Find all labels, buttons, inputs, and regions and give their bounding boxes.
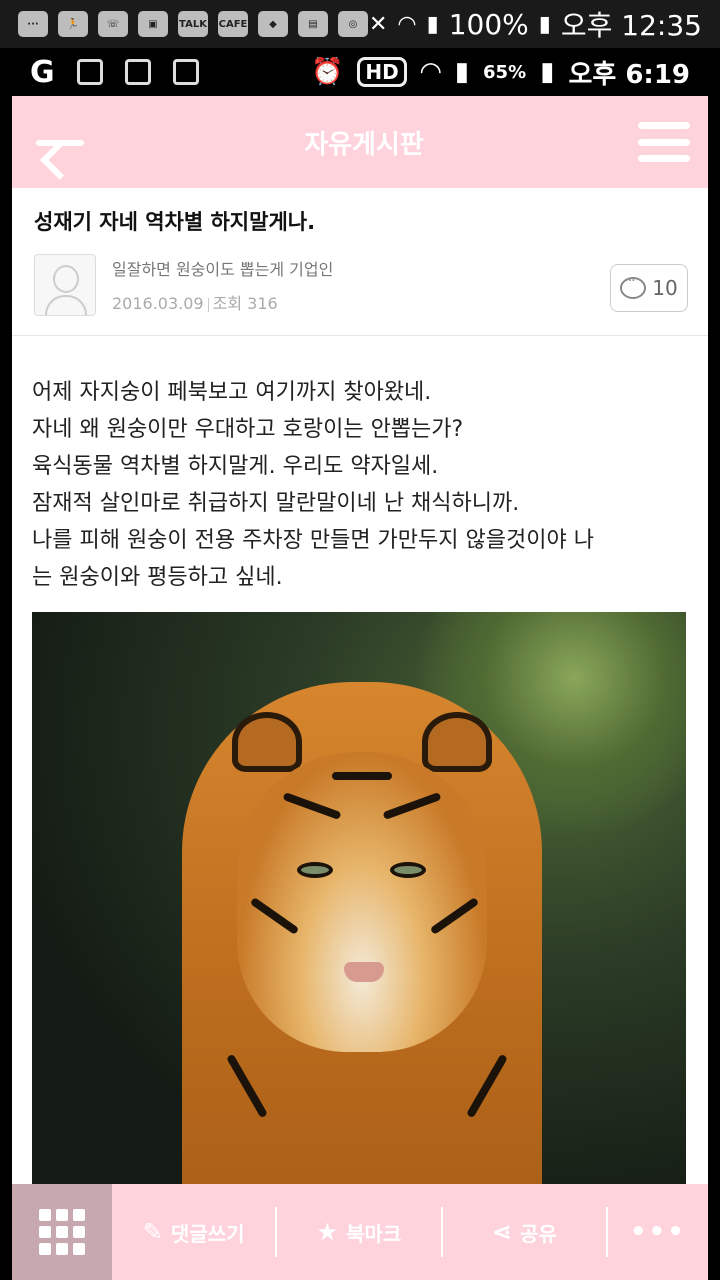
- sync-icon: ◎: [338, 11, 368, 37]
- bookmark-label: 북마크: [346, 1221, 402, 1246]
- battery-icon: ▮: [540, 57, 555, 87]
- view-count: 조회 316: [212, 294, 278, 313]
- cafe-icon: CAFE: [218, 11, 248, 37]
- notification-icons: ··· 🏃 ☏ ▣ TALK CAFE ◆ ▤ ◎: [18, 11, 368, 37]
- clock: 오후 6:19: [568, 59, 690, 90]
- clock: 오후 12:35: [560, 9, 702, 42]
- body-line: 어제 자지숭이 페북보고 여기까지 찾아왔네.: [32, 380, 432, 405]
- battery-icon: ▮: [538, 11, 551, 37]
- chat-icon: ···: [18, 11, 48, 37]
- post-meta: 2016.03.09 조회 316: [112, 290, 333, 314]
- embedded-status-bar: G ⏰ HD ◠ ▮ 65% ▮ 오후 6:19: [0, 48, 720, 96]
- comment-bubble-icon: [620, 273, 647, 299]
- run-icon: 🏃: [58, 11, 88, 37]
- author-row: 일잘하면 원숭이도 뽑는게 기업인 2016.03.09 조회 316: [34, 254, 686, 316]
- more-icon: •••: [630, 1217, 686, 1247]
- grid-menu-button[interactable]: [12, 1184, 112, 1280]
- tiger-photo[interactable]: [32, 612, 686, 1202]
- signal-icon: ▮: [426, 11, 439, 37]
- bottom-action-bar: ✎ 댓글쓰기 ★ 북마크 ⋖ 공유 •••: [12, 1184, 708, 1280]
- comment-count-button[interactable]: 10: [610, 264, 688, 312]
- comment-count: 10: [652, 276, 678, 300]
- top-bar: 자유게시판: [12, 96, 708, 188]
- image-icon: [124, 59, 151, 85]
- battery-percent: 65%: [483, 61, 527, 83]
- system-status-bar: ··· 🏃 ☏ ▣ TALK CAFE ◆ ▤ ◎ ✕ ◠ ▮ 100% ▮ 오…: [0, 0, 720, 48]
- image-icon: ▣: [138, 11, 168, 37]
- battery-percent: 100%: [448, 7, 529, 41]
- write-comment-label: 댓글쓰기: [170, 1221, 245, 1246]
- body-line: 는 원숭이와 평등하고 싶네.: [32, 565, 283, 590]
- share-label: 공유: [519, 1221, 557, 1246]
- menu-icon[interactable]: [637, 122, 690, 162]
- avatar[interactable]: [34, 254, 96, 316]
- hd-badge: HD: [357, 57, 407, 87]
- body-line: 육식동물 역차별 하지말게. 우리도 약자일세.: [32, 454, 439, 479]
- star-icon: ★: [316, 1218, 339, 1246]
- post-title: 성재기 자네 역차별 하지말게나.: [34, 210, 316, 234]
- author-name[interactable]: 일잘하면 원숭이도 뽑는게 기업인: [112, 256, 333, 280]
- grid-icon: [39, 1209, 85, 1255]
- wifi-icon: ◠: [420, 57, 441, 87]
- app-icon: [76, 59, 103, 85]
- post-date: 2016.03.09: [112, 294, 204, 313]
- body-line: 나를 피해 원숭이 전용 주차장 만들면 가만두지 않을것이야 나: [32, 528, 594, 553]
- back-arrow-icon[interactable]: [30, 122, 90, 162]
- mute-icon: ✕: [368, 11, 388, 37]
- logo-icon: G: [30, 54, 55, 90]
- share-icon: ⋖: [491, 1218, 512, 1246]
- body-line: 자네 왜 원숭이만 우대하고 호랑이는 안뽑는가?: [32, 417, 464, 442]
- tablet-icon: [172, 59, 199, 85]
- share-button[interactable]: ⋖ 공유: [443, 1207, 608, 1257]
- app-screen: 자유게시판 성재기 자네 역차별 하지말게나. 일잘하면 원숭이도 뽑는게 기업…: [12, 96, 708, 1280]
- bag-icon: ▤: [298, 11, 328, 37]
- call-icon: ☏: [98, 11, 128, 37]
- write-comment-button[interactable]: ✎ 댓글쓰기: [112, 1207, 278, 1257]
- bookmark-button[interactable]: ★ 북마크: [277, 1207, 443, 1257]
- pencil-icon: ✎: [142, 1218, 163, 1246]
- alarm-icon: ⏰: [311, 57, 344, 87]
- app-icon: ◆: [258, 11, 288, 37]
- talk-icon: TALK: [178, 11, 208, 37]
- more-button[interactable]: •••: [608, 1207, 708, 1257]
- post-header: 성재기 자네 역차별 하지말게나. 일잘하면 원숭이도 뽑는게 기업인 2016…: [12, 188, 708, 336]
- signal-icon: ▮: [454, 57, 470, 87]
- wifi-icon: ◠: [397, 11, 417, 37]
- post-body: 어제 자지숭이 페북보고 여기까지 찾아왔네. 자네 왜 원숭이만 우대하고 호…: [12, 336, 708, 596]
- body-line: 잠재적 살인마로 취급하지 말란말이네 난 채식하니까.: [32, 491, 520, 516]
- page-title: 자유게시판: [304, 129, 424, 160]
